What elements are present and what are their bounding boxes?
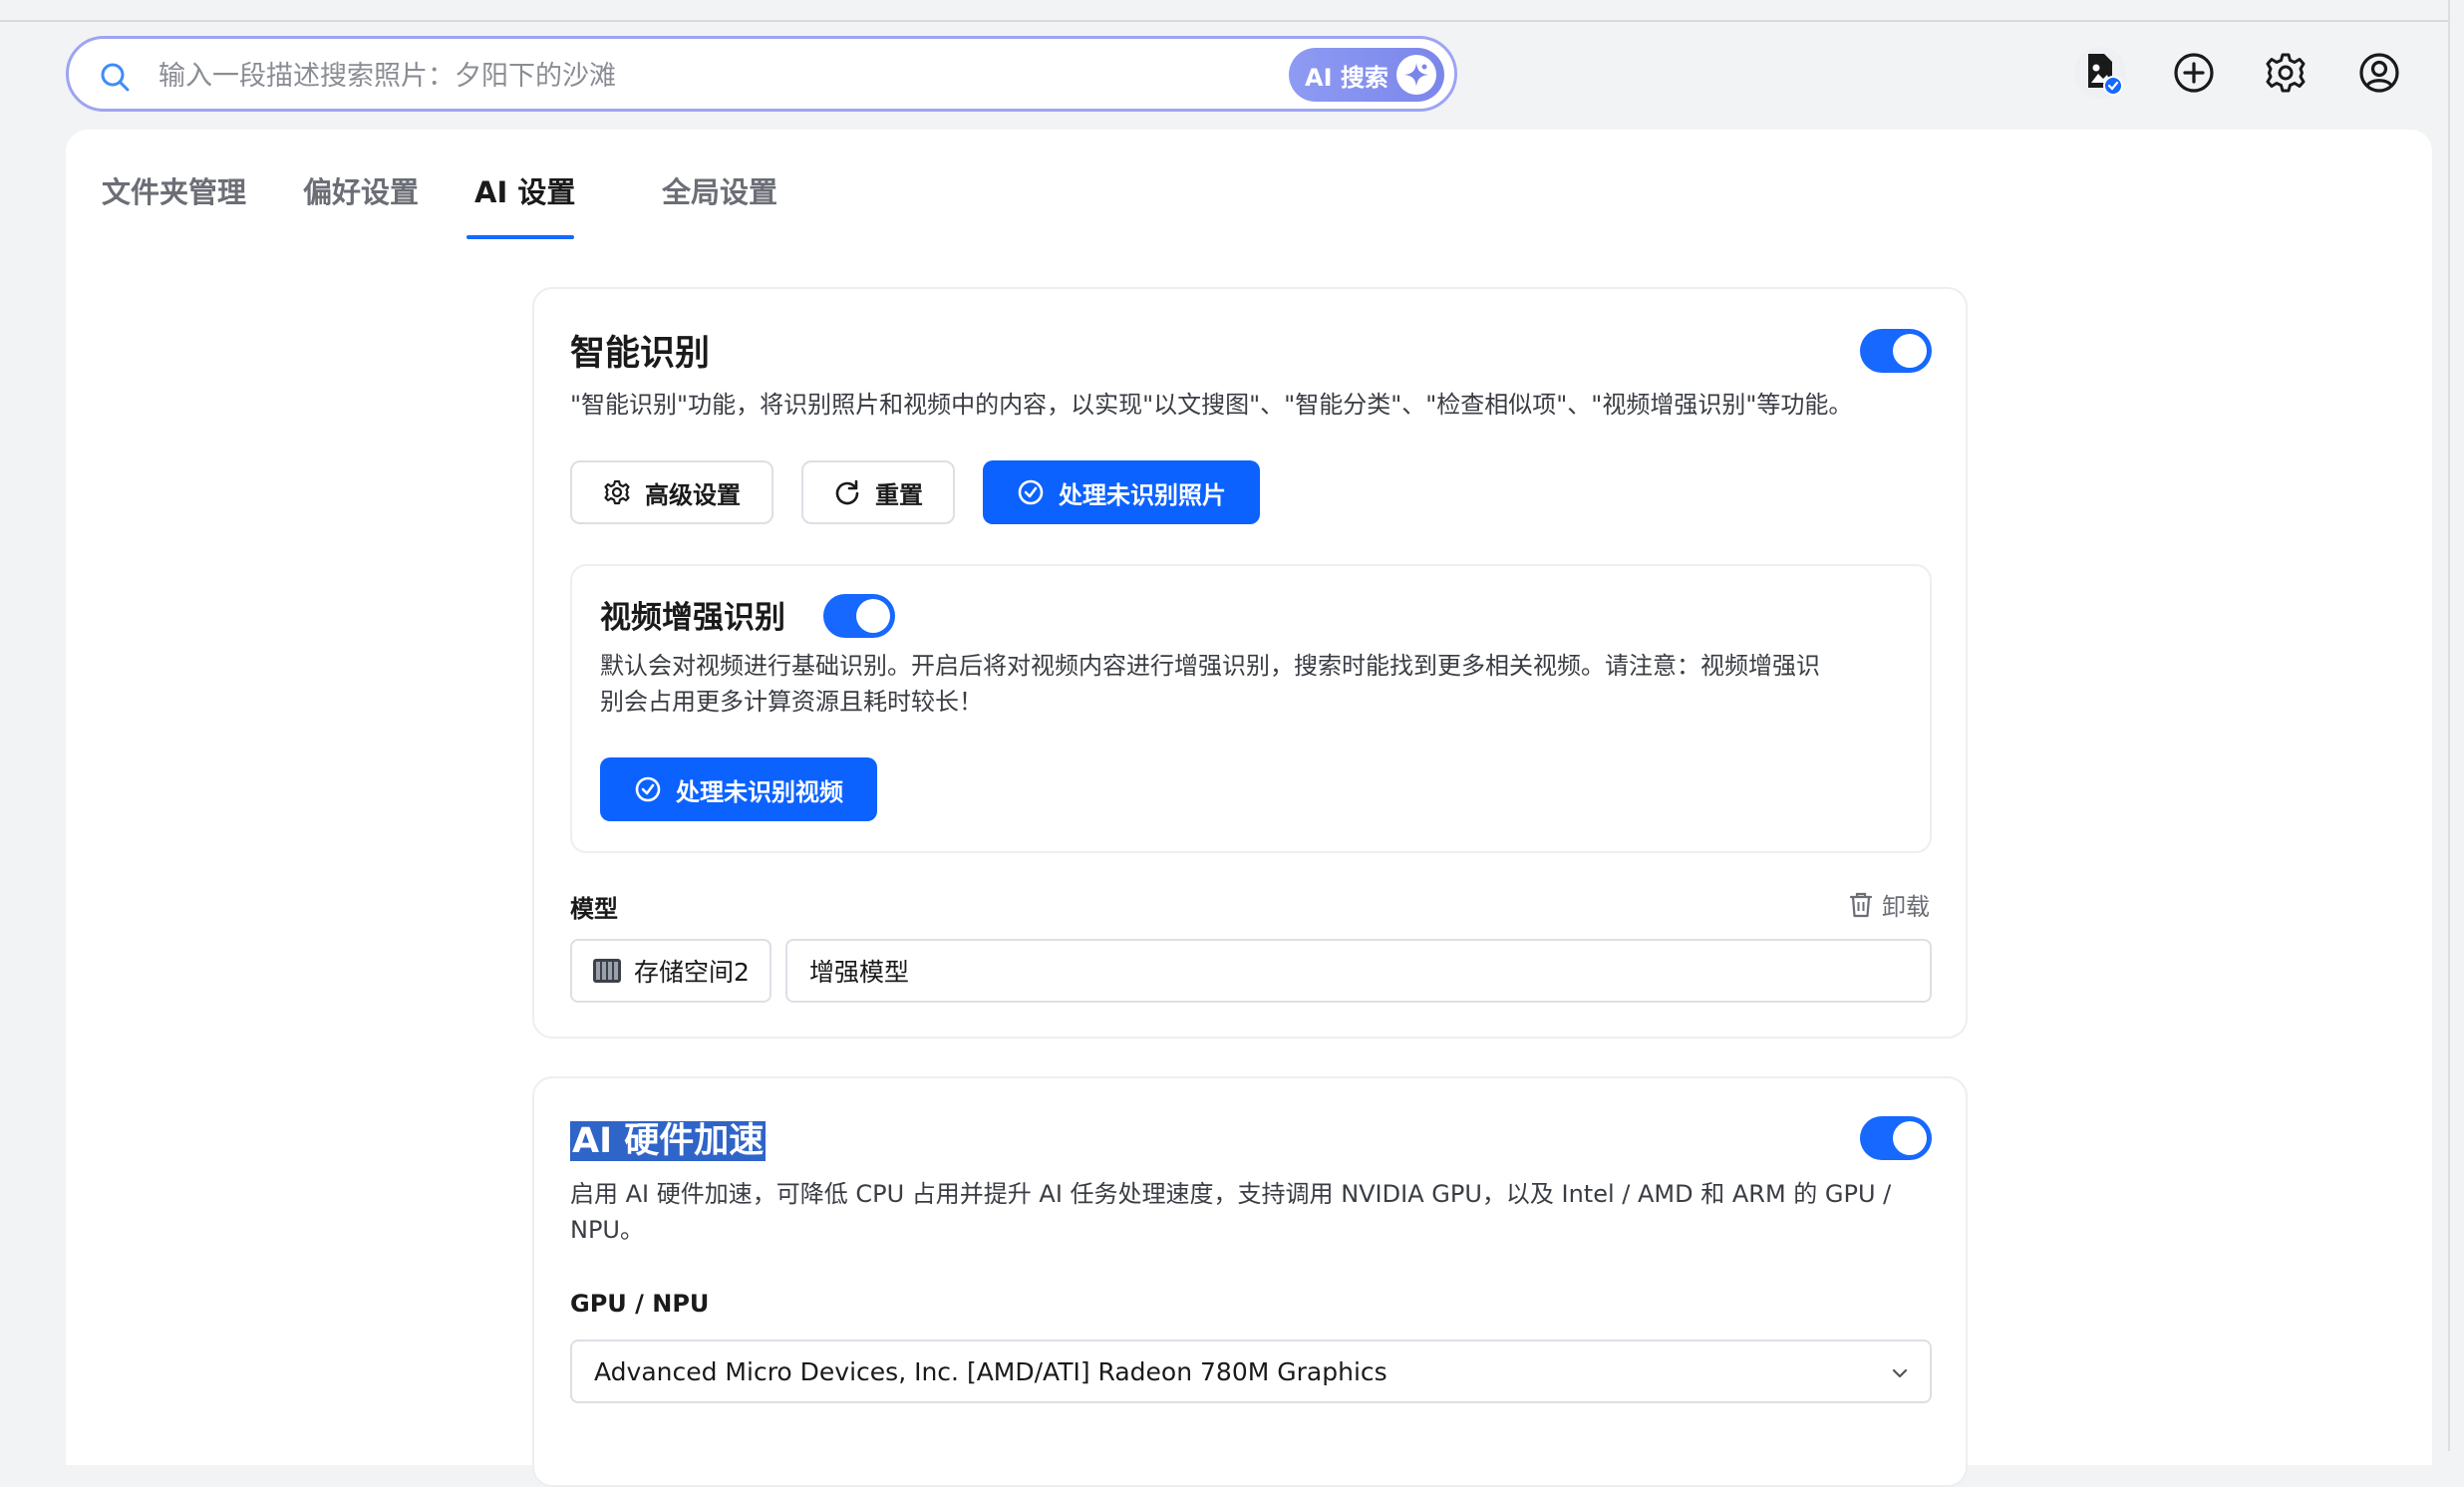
ai-search-label: AI 搜索: [1305, 63, 1388, 92]
add-circle-icon[interactable]: [2167, 46, 2221, 100]
chevron-down-icon: [1892, 1368, 1908, 1378]
video-enhanced-title: 视频增强识别: [600, 600, 785, 636]
smart-recognition-card: 智能识别 "智能识别"功能，将识别照片和视频中的内容，以实现"以文搜图"、"智能…: [532, 287, 1968, 1039]
gauge-check-icon: [635, 776, 661, 802]
settings-panel: 文件夹管理 偏好设置 AI 设置 全局设置 智能识别 "智能识别"功能，将识别照…: [66, 130, 2432, 1487]
search-icon: [101, 63, 130, 92]
reset-button[interactable]: 重置: [801, 460, 955, 524]
smart-recognition-title: 智能识别: [570, 334, 711, 374]
uninstall-label: 卸载: [1882, 893, 1930, 921]
document-sync-icon[interactable]: [2073, 46, 2127, 100]
smart-recognition-description: "智能识别"功能，将识别照片和视频中的内容，以实现"以文搜图"、"智能分类"、"…: [570, 391, 1853, 419]
hardware-accel-toggle[interactable]: [1860, 1116, 1932, 1160]
gpu-selected-value: Advanced Micro Devices, Inc. [AMD/ATI] R…: [594, 1356, 1387, 1386]
sparkle-icon: [1396, 55, 1436, 95]
storage-selector[interactable]: 存储空间2: [570, 939, 771, 1003]
model-label: 模型: [570, 895, 618, 923]
smart-recognition-toggle[interactable]: [1860, 329, 1932, 373]
hardware-accel-title: AI 硬件加速: [570, 1121, 767, 1161]
nas-drive-icon: [593, 959, 621, 983]
ai-search-button[interactable]: AI 搜索: [1289, 48, 1444, 102]
uninstall-button[interactable]: 卸载: [1848, 887, 1930, 922]
video-enhanced-description-line1: 默认会对视频进行基础识别。开启后将对视频内容进行增强识别，搜索时能找到更多相关视…: [600, 652, 1820, 680]
video-enhanced-card: 视频增强识别 默认会对视频进行基础识别。开启后将对视频内容进行增强识别，搜索时能…: [570, 564, 1932, 853]
process-photos-label: 处理未识别照片: [1059, 480, 1226, 509]
gear-icon: [604, 479, 630, 505]
hardware-accel-description-line2: NPU。: [570, 1216, 644, 1244]
advanced-settings-button[interactable]: 高级设置: [570, 460, 773, 524]
active-tab-indicator: [466, 235, 574, 239]
gpu-npu-label: GPU / NPU: [570, 1290, 710, 1318]
storage-name: 存储空间2: [634, 958, 750, 987]
gpu-select[interactable]: Advanced Micro Devices, Inc. [AMD/ATI] R…: [570, 1339, 1932, 1403]
hardware-accel-card: AI 硬件加速 启用 AI 硬件加速，可降低 CPU 占用并提升 AI 任务处理…: [532, 1076, 1968, 1487]
process-videos-label: 处理未识别视频: [676, 777, 843, 806]
video-enhanced-toggle[interactable]: [823, 594, 895, 638]
tab-preferences[interactable]: 偏好设置: [303, 169, 419, 211]
search-bar[interactable]: AI 搜索: [66, 36, 1457, 112]
tab-ai-settings[interactable]: AI 设置: [474, 169, 575, 211]
window-top-border: [0, 0, 2464, 22]
model-name: 增强模型: [809, 958, 910, 987]
video-enhanced-description-line2: 别会占用更多计算资源且耗时较长！: [600, 688, 983, 716]
tab-folder-management[interactable]: 文件夹管理: [102, 169, 246, 211]
tab-global-settings[interactable]: 全局设置: [662, 169, 777, 211]
gear-icon[interactable]: [2259, 46, 2312, 100]
search-input[interactable]: [156, 53, 1307, 99]
window-scrollbar[interactable]: [2448, 0, 2464, 1451]
user-avatar-icon[interactable]: [2352, 46, 2406, 100]
reset-label: 重置: [875, 480, 923, 509]
process-videos-button[interactable]: 处理未识别视频: [600, 757, 877, 821]
gauge-check-icon: [1018, 479, 1044, 505]
trash-icon: [1849, 892, 1873, 917]
hardware-accel-description-line1: 启用 AI 硬件加速，可降低 CPU 占用并提升 AI 任务处理速度，支持调用 …: [570, 1180, 1892, 1208]
process-photos-button[interactable]: 处理未识别照片: [983, 460, 1260, 524]
model-selector[interactable]: 增强模型: [785, 939, 1932, 1003]
refresh-icon: [835, 479, 859, 505]
advanced-settings-label: 高级设置: [645, 480, 741, 509]
